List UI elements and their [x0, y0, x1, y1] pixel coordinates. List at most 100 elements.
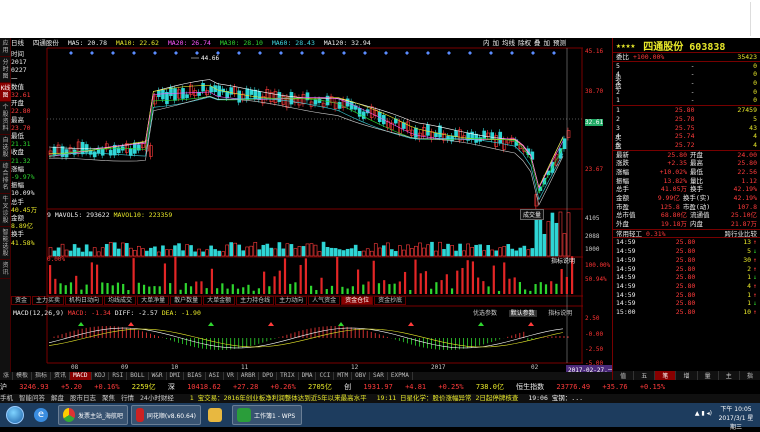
ratio-bar [132, 258, 135, 294]
volume-bar [438, 241, 442, 257]
indicator-tab-macd[interactable]: MACD [70, 372, 92, 380]
vtab-1[interactable]: 分时图 [0, 57, 11, 83]
sell-row[interactable]: 5 - 0 [613, 62, 760, 71]
subtab-1[interactable]: 主力买卖 [32, 296, 65, 305]
buy-row[interactable]: 1 25.80 27459 [613, 106, 760, 115]
ratio-bar [101, 282, 104, 294]
side-tab-6[interactable]: 指 [740, 371, 760, 380]
indicator-tab-vr[interactable]: VR [224, 372, 238, 380]
ticker-item-5[interactable]: 行情 [121, 394, 134, 402]
subtab-3[interactable]: 均线成交 [104, 296, 137, 305]
subtab-11[interactable]: 资金抄底 [374, 296, 407, 305]
subtab-6[interactable]: 大单金额 [203, 296, 236, 305]
ratio-bar [263, 271, 266, 294]
taskbar-app-ths[interactable]: 同花顺(v8.60.64) [131, 405, 201, 425]
subtab-9[interactable]: 人气资金 [308, 296, 341, 305]
buy-row[interactable]: 2 25.78 5 [613, 115, 760, 124]
side-tab-5[interactable]: 主 [719, 371, 740, 380]
kline-chart[interactable]: 日线 四通股份 MA5: 20.78 MA10: 22.62 MA20: 26.… [11, 38, 616, 380]
indicator-tab-dpo[interactable]: DPO [259, 372, 278, 380]
indicator-tab-dma[interactable]: DMA [299, 372, 317, 380]
sell-row[interactable]: 2-0 [613, 88, 760, 97]
vtab-7[interactable]: 智能选股 [0, 227, 11, 260]
buy-row[interactable]: 5 25.72 4 [613, 141, 760, 150]
ratio-bar [466, 260, 469, 294]
indicator-tab-sar[interactable]: SAR [370, 372, 388, 380]
news-headline-2[interactable]: 19:11 日星化学：股价涨幅异常 2日起停牌核查 [377, 394, 519, 402]
subtab-0[interactable]: 资金 [11, 296, 32, 305]
scrollbar[interactable] [750, 2, 758, 36]
ratio-bar [534, 284, 537, 294]
candle-body [165, 91, 169, 105]
tray-arrow-icon[interactable]: ▲ ▮ ◂) [695, 410, 712, 417]
subtab-4[interactable]: 大单净量 [137, 296, 170, 305]
subtab-8[interactable]: 主力动向 [275, 296, 308, 305]
volume-indicator-button[interactable]: 成交量 [520, 209, 545, 220]
default-params-button[interactable]: 默认参数 [508, 310, 537, 317]
func-left-0[interactable]: 涨 [0, 372, 14, 380]
industry-row[interactable]: 常用轻工 0.31% 跨行业比较 [613, 230, 760, 239]
vtab-6[interactable]: 牛叉诊股 [0, 194, 11, 227]
side-tab-3[interactable]: 增 [676, 371, 698, 380]
indicator-tab-arbr[interactable]: ARBR [238, 372, 260, 380]
ratio-bar [221, 283, 224, 294]
subtab-10[interactable]: 资金仓位 [341, 296, 374, 305]
func-left-2[interactable]: 指标 [32, 372, 52, 380]
taskbar-clock[interactable]: 下午 10:05 2017/3/1 星期三 [716, 405, 756, 432]
buy-row[interactable]: 4 25.74 4 [613, 132, 760, 141]
ticker-item-1[interactable]: 智能问答 [19, 394, 45, 402]
vtab-2[interactable]: K线图 [0, 83, 11, 102]
news-headline-3[interactable]: 19:06 宝钢：... [528, 394, 583, 402]
ie-button[interactable]: e [30, 405, 55, 425]
taskbar-app-wps[interactable]: 工作簿1 - WPS [232, 405, 302, 425]
indicator-tab-trix[interactable]: TRIX [277, 372, 299, 380]
sell-row[interactable]: 1 - 0 [613, 96, 760, 105]
ticker-item-2[interactable]: 解盘 [51, 394, 64, 402]
vtab-0[interactable]: 应用 [0, 38, 11, 57]
ticker-item-3[interactable]: 股市日志 [70, 394, 96, 402]
sell-row[interactable]: 3-0 [613, 79, 760, 88]
subtab-2[interactable]: 机构日动向 [65, 296, 104, 305]
indicator-tab-kdj[interactable]: KDJ [92, 372, 110, 380]
vtab-8[interactable]: 资讯 [0, 260, 11, 279]
vtab-5[interactable]: 综合排名 [0, 161, 11, 194]
vtab-4[interactable]: 自选股 [0, 135, 11, 161]
indicator-explain-button[interactable]: 指标说明 [548, 310, 572, 317]
event-marker-icon [405, 51, 409, 55]
indicator-tab-cci[interactable]: CCI [316, 372, 335, 380]
indicator-tab-asi[interactable]: ASI [206, 372, 224, 380]
func-left-1[interactable]: 模板 [13, 372, 33, 380]
system-tray: ▲ ▮ ◂) [695, 410, 712, 417]
indicator-tab-mtm[interactable]: MTM [334, 372, 353, 380]
vtab-3[interactable]: 个股资料 [0, 102, 11, 135]
folder-button[interactable] [204, 405, 229, 425]
vol-explain-button[interactable]: 指标说明 [551, 256, 575, 265]
news-headline-1[interactable]: 1 宝交易：2016年创业板净利润整体达到近5年以来最高水平 [190, 394, 367, 402]
indicator-tab-obv[interactable]: OBV [352, 372, 370, 380]
volume-bar [253, 242, 258, 257]
indicator-tab-dmi[interactable]: DMI [167, 372, 185, 380]
taskbar-app-chrome[interactable]: 发票主站_海航吧 [58, 405, 128, 425]
indicator-tab-w&r[interactable]: W&R [149, 372, 167, 380]
optimal-params-button[interactable]: 优选参数 [473, 310, 497, 317]
ticker-item-0[interactable]: 手机 [0, 394, 13, 402]
ticker-item-4[interactable]: 聚焦 [102, 394, 115, 402]
cross-industry-link[interactable]: 跨行业比较 [702, 230, 758, 238]
start-button[interactable] [0, 403, 30, 427]
ticker-item-6[interactable]: 24小时财经 [140, 394, 174, 402]
side-tab-1[interactable]: 五 [634, 371, 656, 380]
indicator-tab-bias[interactable]: BIAS [184, 372, 206, 380]
side-tab-4[interactable]: 量 [698, 371, 719, 380]
side-tab-2[interactable]: 笔 [655, 371, 677, 380]
indicator-tab-boll[interactable]: BOLL [127, 372, 149, 380]
side-tab-0[interactable]: 值 [613, 371, 635, 380]
indicator-tab-expma[interactable]: EXPMA [388, 372, 413, 380]
func-left-3[interactable]: 资讯 [51, 372, 71, 380]
indicator-tab-rsi[interactable]: RSI [109, 372, 128, 380]
sell-row[interactable]: 4-0 [613, 70, 760, 79]
industry-name[interactable]: 常用轻工 [616, 230, 642, 238]
subtab-5[interactable]: 散户数量 [170, 296, 203, 305]
subtab-7[interactable]: 主力持仓线 [236, 296, 275, 305]
index-quote-bar: 沪 3246.93 +5.20 +0.16% 2259亿 深 10418.62 … [0, 381, 760, 393]
buy-row[interactable]: 3 25.75 43 [613, 124, 760, 133]
